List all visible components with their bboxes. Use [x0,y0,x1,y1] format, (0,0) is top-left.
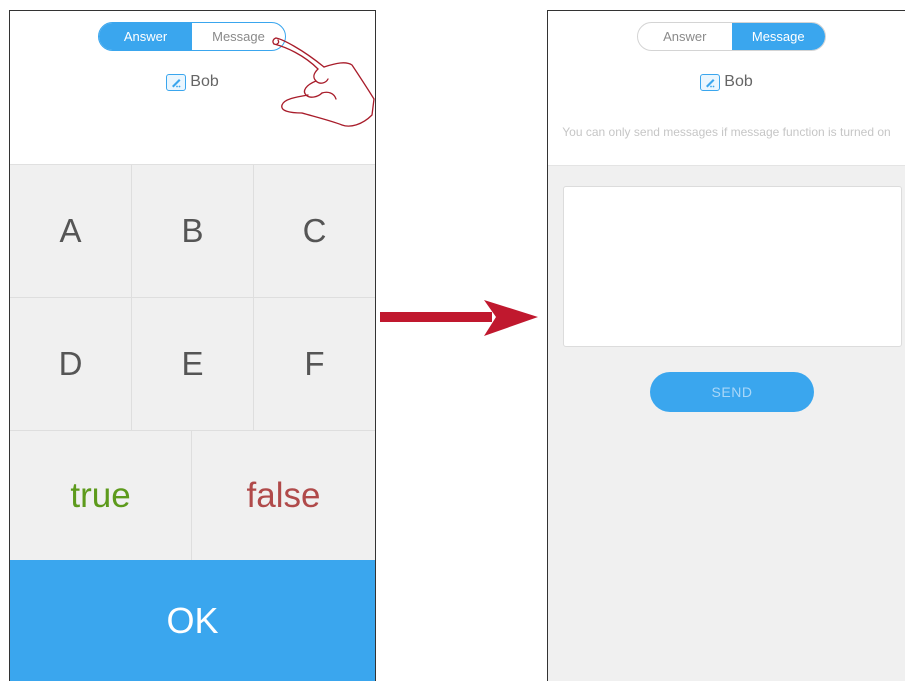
option-f-button[interactable]: F [254,298,375,430]
user-name: Bob [190,73,219,90]
option-e-button[interactable]: E [132,298,254,430]
edit-icon[interactable] [700,73,721,91]
edit-icon[interactable] [166,73,187,91]
message-header: Answer Message Bob You can only send mes… [548,11,905,166]
option-c-button[interactable]: C [254,165,375,297]
option-b-button[interactable]: B [132,165,254,297]
option-a-button[interactable]: A [10,165,132,297]
message-input[interactable] [563,186,902,347]
false-button[interactable]: false [192,431,375,561]
tab-message[interactable]: Message [731,23,825,50]
tab-answer[interactable]: Answer [638,23,732,50]
mode-tab-switcher: Answer Message [637,22,826,51]
options-row: A B C [10,165,375,298]
user-name: Bob [724,73,753,90]
true-button[interactable]: true [10,431,192,561]
message-disabled-notice: You can only send messages if message fu… [562,125,891,139]
pointing-hand-icon [272,37,375,127]
mode-tab-switcher: Answer Message [98,22,286,51]
options-row: D E F [10,298,375,431]
message-screen: Answer Message Bob You can only send mes… [547,10,905,681]
answer-screen: Answer Message Bob A B C D E F true fals… [9,10,376,681]
ok-button[interactable]: OK [10,560,375,681]
arrow-right-icon [380,300,538,336]
answer-options-grid: A B C D E F true false [10,164,375,562]
true-false-row: true false [10,431,375,562]
user-row: Bob [548,73,905,91]
send-button[interactable]: SEND [650,372,814,412]
option-d-button[interactable]: D [10,298,132,430]
tab-answer[interactable]: Answer [99,23,192,50]
